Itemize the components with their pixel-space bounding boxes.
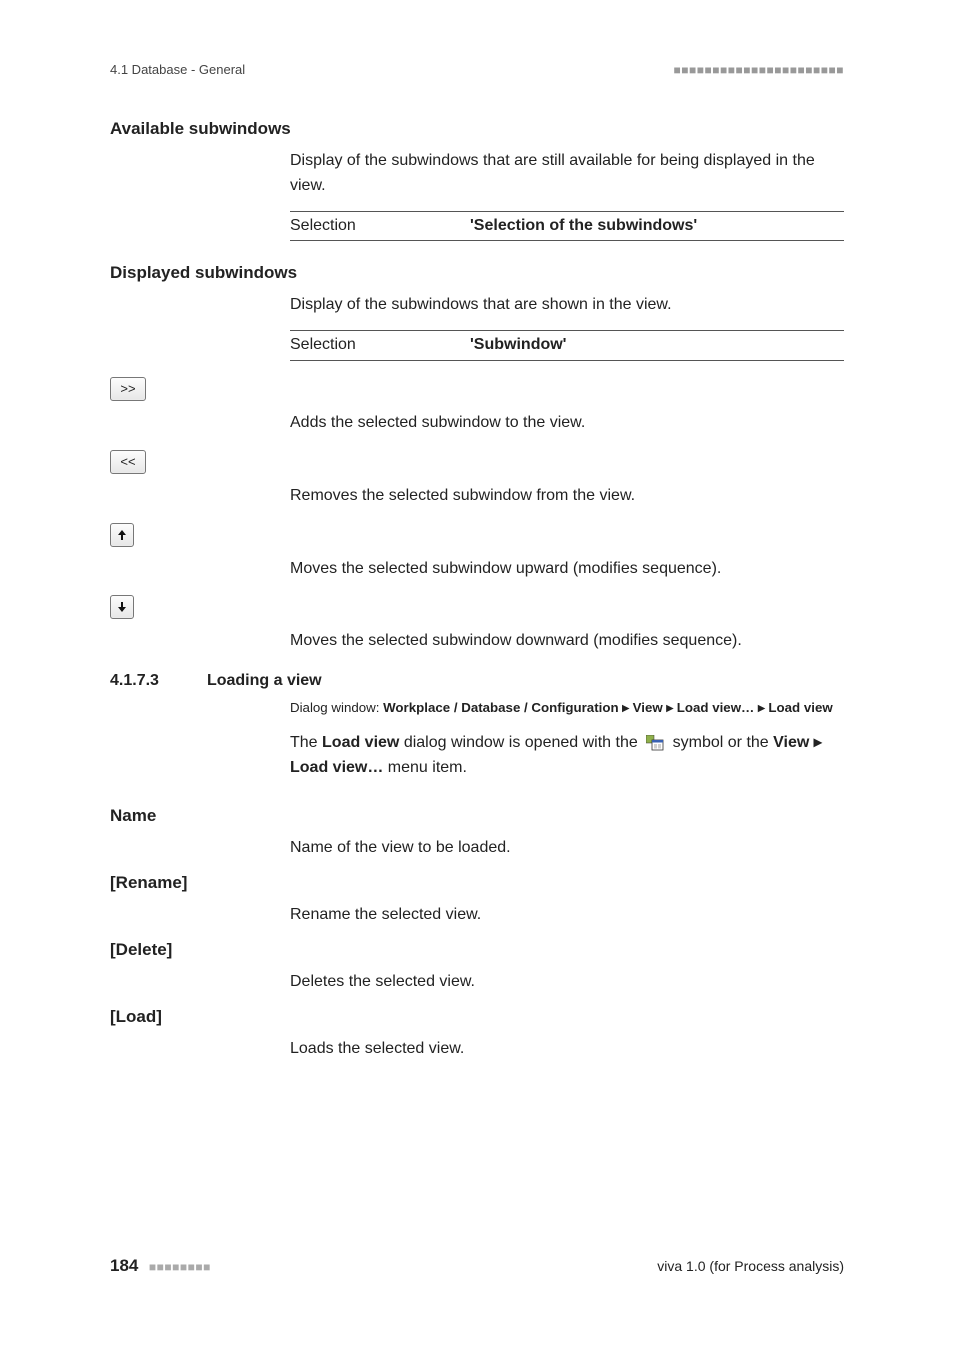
remove-desc: Removes the selected subwindow from the …	[290, 484, 844, 509]
displayed-selection-val: 'Subwindow'	[470, 333, 566, 358]
load-view-icon	[646, 735, 664, 751]
delete-desc: Deletes the selected view.	[290, 970, 844, 995]
dialog-prefix: Dialog window:	[290, 700, 383, 715]
page-number: 184	[110, 1256, 138, 1275]
add-button[interactable]: >>	[110, 377, 146, 401]
section-title-displayed: Displayed subwindows	[110, 263, 844, 283]
move-up-button[interactable]	[110, 523, 134, 547]
available-desc: Display of the subwindows that are still…	[290, 149, 844, 199]
header-decoration: ■■■■■■■■■■■■■■■■■■■■■■	[674, 63, 844, 77]
displayed-desc: Display of the subwindows that are shown…	[290, 293, 844, 318]
section-title-loading: Loading a view	[207, 672, 322, 690]
displayed-selection-row: Selection 'Subwindow'	[290, 330, 844, 361]
name-desc: Name of the view to be loaded.	[290, 836, 844, 861]
displayed-selection-key: Selection	[290, 333, 430, 358]
breadcrumb: 4.1 Database - General	[110, 62, 245, 77]
p1c: dialog window is opened with the	[399, 734, 642, 751]
name-title: Name	[110, 806, 844, 826]
arrow-down-icon	[116, 601, 128, 613]
loading-desc: The Load view dialog window is opened wi…	[290, 731, 844, 781]
rename-title: [Rename]	[110, 873, 844, 893]
footer-decoration: ■■■■■■■■	[149, 1260, 211, 1274]
p1f: menu item.	[383, 759, 467, 776]
load-title: [Load]	[110, 1007, 844, 1027]
load-desc: Loads the selected view.	[290, 1037, 844, 1062]
up-desc: Moves the selected subwindow upward (mod…	[290, 557, 844, 582]
dialog-path-bold: Workplace / Database / Configuration ▸ V…	[383, 700, 833, 715]
delete-title: [Delete]	[110, 940, 844, 960]
down-desc: Moves the selected subwindow downward (m…	[290, 629, 844, 654]
available-selection-key: Selection	[290, 214, 430, 239]
remove-button[interactable]: <<	[110, 450, 146, 474]
arrow-up-icon	[116, 529, 128, 541]
p1b: Load view	[322, 734, 399, 751]
footer-version: viva 1.0 (for Process analysis)	[657, 1258, 844, 1274]
p1d: symbol or the	[668, 734, 773, 751]
dialog-window-path: Dialog window: Workplace / Database / Co…	[290, 698, 844, 719]
add-desc: Adds the selected subwindow to the view.	[290, 411, 844, 436]
section-title-available: Available subwindows	[110, 119, 844, 139]
rename-desc: Rename the selected view.	[290, 903, 844, 928]
available-selection-val: 'Selection of the subwindows'	[470, 214, 697, 239]
available-selection-row: Selection 'Selection of the subwindows'	[290, 211, 844, 242]
p1a: The	[290, 734, 322, 751]
section-number: 4.1.7.3	[110, 672, 159, 690]
move-down-button[interactable]	[110, 595, 134, 619]
